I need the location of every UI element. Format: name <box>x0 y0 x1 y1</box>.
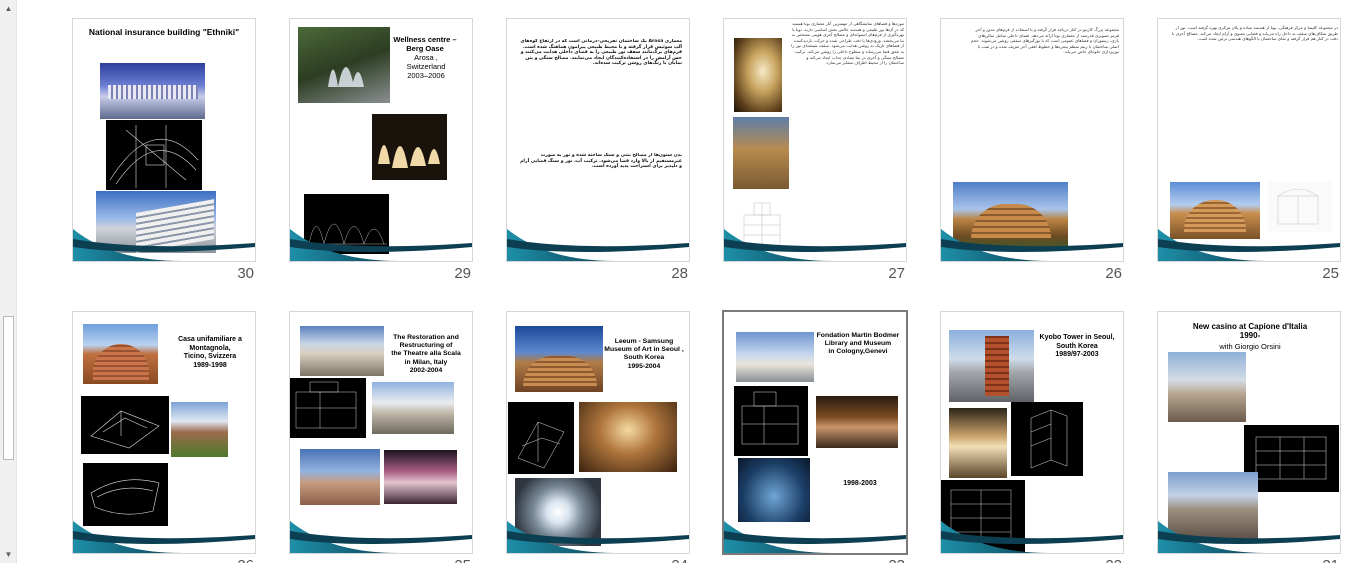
slide-thumbnail-teatro-scala[interactable]: The Restoration and Restructuring of the… <box>289 311 473 554</box>
body-text: معماری Arosa یک ساختمان تفریحی–درمانی اس… <box>520 39 682 67</box>
slide-title: Wellness centre – Berg Oase <box>393 35 457 53</box>
slide-number: 26 <box>1105 265 1122 282</box>
slide-number: 25 <box>1322 265 1339 282</box>
template-wave <box>73 229 255 261</box>
section-drawing <box>290 378 366 438</box>
section-drawing <box>734 386 808 456</box>
slide-number: 24 <box>648 557 688 563</box>
museum-photo <box>733 117 789 189</box>
library-photo <box>736 332 814 382</box>
slide-number: 29 <box>454 265 471 282</box>
slide-title: Leeum - Samsung Museum of Art in Seoul ,… <box>604 338 684 370</box>
slide-title: Kyobo Tower in Seoul, South Korea 1989/9… <box>1039 334 1115 358</box>
template-wave <box>290 229 472 261</box>
slide-thumbnail-casino-campione[interactable]: New casino at Capione d'Italia 1990- wit… <box>1157 311 1341 554</box>
slide-thumbnail-30[interactable]: National insurance building "Ethniki" <box>72 18 256 262</box>
slide-title: National insurance building "Ethniki" <box>88 27 240 37</box>
slide-number: 30 <box>237 265 254 282</box>
slide-subtitle: Arosa , Switzerland 2003–2006 <box>406 53 446 80</box>
body-text: بدن ستون‌ها از مصالح بتنی و سنگ ساخته شد… <box>520 153 682 170</box>
slide-thumbnail-casa-unifamiliare[interactable]: Casa unifamiliare a Montagnola, Ticino, … <box>72 311 256 554</box>
slide-thumbnail-25[interactable]: در مجموعه کلیسا و مرکز فرهنگی، بوتا از ه… <box>1157 18 1341 262</box>
template-wave <box>941 229 1123 261</box>
slide-title: The Restoration and Restructuring of the… <box>391 334 461 374</box>
interior-photo <box>816 396 898 448</box>
house-photo <box>83 324 158 384</box>
body-text: در مجموعه کلیسا و مرکز فرهنگی، بوتا از ه… <box>1172 25 1338 42</box>
building-photo <box>100 63 205 119</box>
atrium-photo <box>949 408 1007 478</box>
slide-title: New casino at Capione d'Italia 1990- <box>1192 322 1308 340</box>
slide-sorter-window: ▲ ▼ National insurance building "Ethniki… <box>0 0 1366 563</box>
slide-thumbnail-29[interactable]: Wellness centre – Berg Oase Arosa , Swit… <box>289 18 473 262</box>
template-wave <box>73 521 255 553</box>
night-photo <box>384 450 457 504</box>
slide-number: 27 <box>888 265 905 282</box>
slide-number: 21 <box>1299 557 1339 563</box>
slide-subtitle: with Giorgio Orsini <box>1219 342 1281 351</box>
slide-thumbnail-28[interactable]: معماری Arosa یک ساختمان تفریحی–درمانی اس… <box>506 18 690 262</box>
scroll-thumb[interactable] <box>3 316 14 460</box>
template-wave <box>290 521 472 553</box>
lobby-photo <box>579 402 677 472</box>
template-wave <box>507 521 689 553</box>
aerial-photo <box>300 449 380 505</box>
slide-thumbnail-26[interactable]: مجموعه بزرگ کازینو در کنار دریاچه قرار گ… <box>940 18 1124 262</box>
scroll-up-arrow-icon[interactable]: ▲ <box>2 2 15 15</box>
slide-number: 23 <box>865 557 905 563</box>
theatre-photo <box>300 326 384 376</box>
slide-thumbnail-kyobo[interactable]: Kyobo Tower in Seoul, South Korea 1989/9… <box>940 311 1124 554</box>
tower-photo <box>949 330 1034 402</box>
slide-thumbnail-leeum[interactable]: Leeum - Samsung Museum of Art in Seoul ,… <box>506 311 690 554</box>
plan-drawing <box>106 120 202 190</box>
slide-number: 28 <box>671 265 688 282</box>
restored-building-photo <box>372 382 454 434</box>
template-wave <box>1158 521 1340 553</box>
template-wave <box>941 521 1123 553</box>
casino-photo <box>1168 352 1246 422</box>
night-photo <box>372 114 447 180</box>
slide-thumbnail-27[interactable]: موزه‌ها و فضاهای نمایشگاهی از مهمترین آث… <box>723 18 907 262</box>
interior-photo <box>734 38 782 112</box>
slide-thumbnail-bodmer-selected[interactable]: Fondation Martin Bodmer Library and Muse… <box>722 310 908 555</box>
museum-photo <box>515 326 603 392</box>
date-label: 1998-2003 <box>843 480 877 487</box>
slide-number: 25 <box>431 557 471 563</box>
body-text: مجموعه بزرگ کازینو در کنار دریاچه قرار گ… <box>970 27 1119 55</box>
template-wave <box>1158 229 1340 261</box>
slide-number: 22 <box>1082 557 1122 563</box>
axonometric-drawing <box>508 402 574 474</box>
vertical-scrollbar[interactable]: ▲ ▼ <box>0 0 17 563</box>
body-text: موزه‌ها و فضاهای نمایشگاهی از مهمترین آث… <box>791 21 904 66</box>
section-drawing <box>1244 425 1339 492</box>
template-wave <box>507 229 689 261</box>
slide-number: 26 <box>214 557 254 563</box>
axonometric-drawing <box>81 396 169 454</box>
slide-title: Casa unifamiliare a Montagnola, Ticino, … <box>178 336 242 369</box>
wellness-photo <box>298 27 390 103</box>
slide-title: Fondation Martin Bodmer Library and Muse… <box>816 332 900 356</box>
garden-photo <box>171 402 228 457</box>
axonometric-drawing <box>1011 402 1083 476</box>
template-wave <box>724 229 906 261</box>
scroll-down-arrow-icon[interactable]: ▼ <box>2 548 15 561</box>
template-wave <box>724 521 906 553</box>
